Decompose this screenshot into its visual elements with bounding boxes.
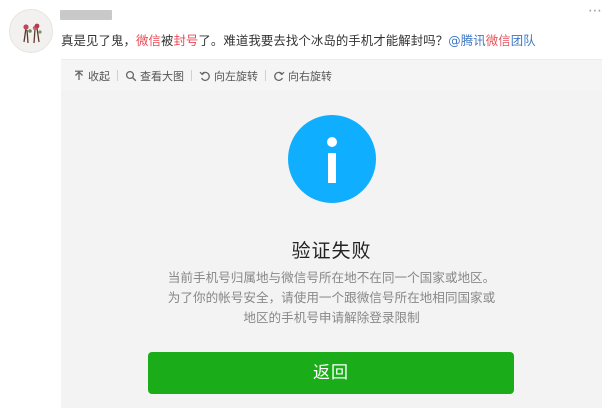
magnify-icon (125, 70, 137, 82)
info-icon (288, 115, 376, 203)
image-card: 收起 查看大图 向左旋转 向右旋转 验证失败 当前手机号归属地与微信号所在地不在… (61, 59, 602, 408)
toolbar-divider (265, 70, 266, 81)
avatar-image (10, 10, 52, 52)
return-button[interactable]: 返回 (148, 352, 514, 394)
image-toolbar: 收起 查看大图 向左旋转 向右旋转 (61, 60, 602, 91)
view-large-button[interactable]: 查看大图 (125, 68, 184, 84)
more-dots-icon[interactable]: ⋯ (588, 4, 603, 18)
post-text-part: 了。难道我要去找个冰岛的手机才能解封吗？ (198, 33, 449, 48)
collapse-label: 收起 (88, 69, 110, 83)
rotate-right-label: 向右旋转 (288, 69, 332, 83)
post-text-part: 真是见了鬼， (61, 33, 136, 48)
rotate-left-button[interactable]: 向左旋转 (199, 68, 258, 84)
rotate-right-button[interactable]: 向右旋转 (273, 68, 332, 84)
mention-text: @腾讯 (448, 33, 486, 48)
username-redacted[interactable] (60, 10, 112, 20)
dialog-message-line: 为了你的帐号安全，请使用一个跟微信号所在地相同国家或 (167, 290, 496, 305)
toolbar-divider (191, 70, 192, 81)
mention-text: 团队 (510, 33, 536, 48)
toolbar-divider (117, 70, 118, 81)
keyword-link[interactable]: 微信 (136, 33, 161, 48)
rotate-left-label: 向左旋转 (214, 69, 258, 83)
dialog-title: 验证失败 (291, 240, 372, 262)
dialog-message-line: 当前手机号归属地与微信号所在地不在同一个国家或地区。 (167, 270, 496, 285)
collapse-icon (73, 70, 85, 82)
post-text: 真是见了鬼，微信被封号了。难道我要去找个冰岛的手机才能解封吗？@腾讯微信团队 (61, 33, 536, 49)
dialog-message: 当前手机号归属地与微信号所在地不在同一个国家或地区。 为了你的帐号安全，请使用一… (121, 268, 542, 328)
rotate-left-icon (199, 70, 211, 82)
avatar[interactable] (9, 9, 53, 53)
rotate-right-icon (273, 70, 285, 82)
view-large-label: 查看大图 (140, 69, 184, 83)
keyword-link[interactable]: 封号 (173, 33, 198, 48)
dialog-message-line: 地区的手机号申请解除登录限制 (243, 310, 420, 325)
mention-link[interactable]: @腾讯微信团队 (448, 33, 535, 48)
collapse-button[interactable]: 收起 (73, 68, 110, 84)
post-text-part: 被 (160, 33, 174, 48)
mention-keyword: 微信 (485, 33, 511, 48)
